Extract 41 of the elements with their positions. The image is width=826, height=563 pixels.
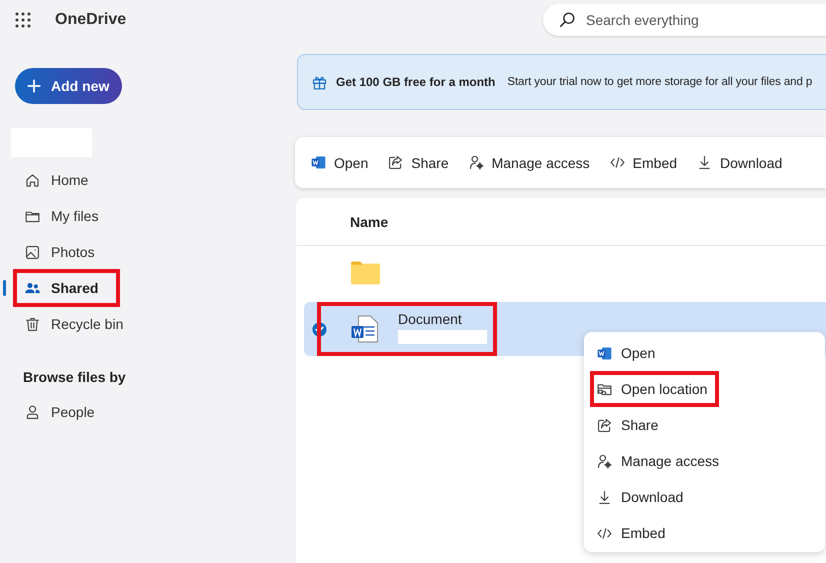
toolbar-button[interactable]: Manage access xyxy=(468,154,590,171)
app-launcher-icon[interactable] xyxy=(14,11,32,29)
search-field[interactable]: Search everything xyxy=(584,11,826,29)
search-bar[interactable]: Search everything xyxy=(543,4,826,36)
trash-icon xyxy=(24,316,41,332)
menu-item[interactable]: Share xyxy=(584,407,670,443)
search-icon xyxy=(558,11,576,29)
share-icon xyxy=(387,154,404,171)
checkmark-icon[interactable] xyxy=(312,322,326,336)
nav-item[interactable]: My files xyxy=(13,198,110,234)
share-icon xyxy=(596,416,613,434)
menu-item[interactable]: Download xyxy=(584,479,696,515)
toolbar-button[interactable]: Embed xyxy=(608,154,678,171)
word-icon xyxy=(310,154,327,171)
nav-item[interactable]: Shared xyxy=(13,269,120,307)
toolbar-button[interactable]: Download xyxy=(696,154,782,171)
person-gear-icon xyxy=(596,452,613,470)
person-gear-icon xyxy=(468,154,485,171)
toolbar-button[interactable]: Share xyxy=(387,154,449,171)
plus-icon xyxy=(27,79,41,93)
banner-text: Start your trial now to get more storage for all your files and p xyxy=(507,76,812,88)
app-name: OneDrive xyxy=(55,11,126,29)
nav-item[interactable]: Photos xyxy=(13,234,106,270)
nav-item[interactable]: Recycle bin xyxy=(13,306,134,342)
nav-item[interactable]: People xyxy=(13,394,106,430)
file-name[interactable]: Document xyxy=(398,310,487,326)
section-heading: Browse files by xyxy=(23,369,127,385)
column-header[interactable]: Name xyxy=(350,214,388,230)
menu-item[interactable]: Open location xyxy=(590,371,720,407)
banner-title: Get 100 GB free for a month xyxy=(336,75,496,89)
folder-icon xyxy=(351,259,380,287)
menu-item[interactable]: Embed xyxy=(584,515,678,551)
person-icon xyxy=(24,404,41,420)
menu-item[interactable]: Manage access xyxy=(584,443,732,479)
home-icon xyxy=(24,172,41,188)
word-icon xyxy=(596,344,613,362)
toolbar-button[interactable]: Open xyxy=(310,154,368,171)
nav-item[interactable]: Home xyxy=(13,162,100,198)
word-document-icon xyxy=(350,315,379,343)
image-icon xyxy=(24,244,41,260)
add-new-button[interactable]: Add new xyxy=(15,68,122,104)
